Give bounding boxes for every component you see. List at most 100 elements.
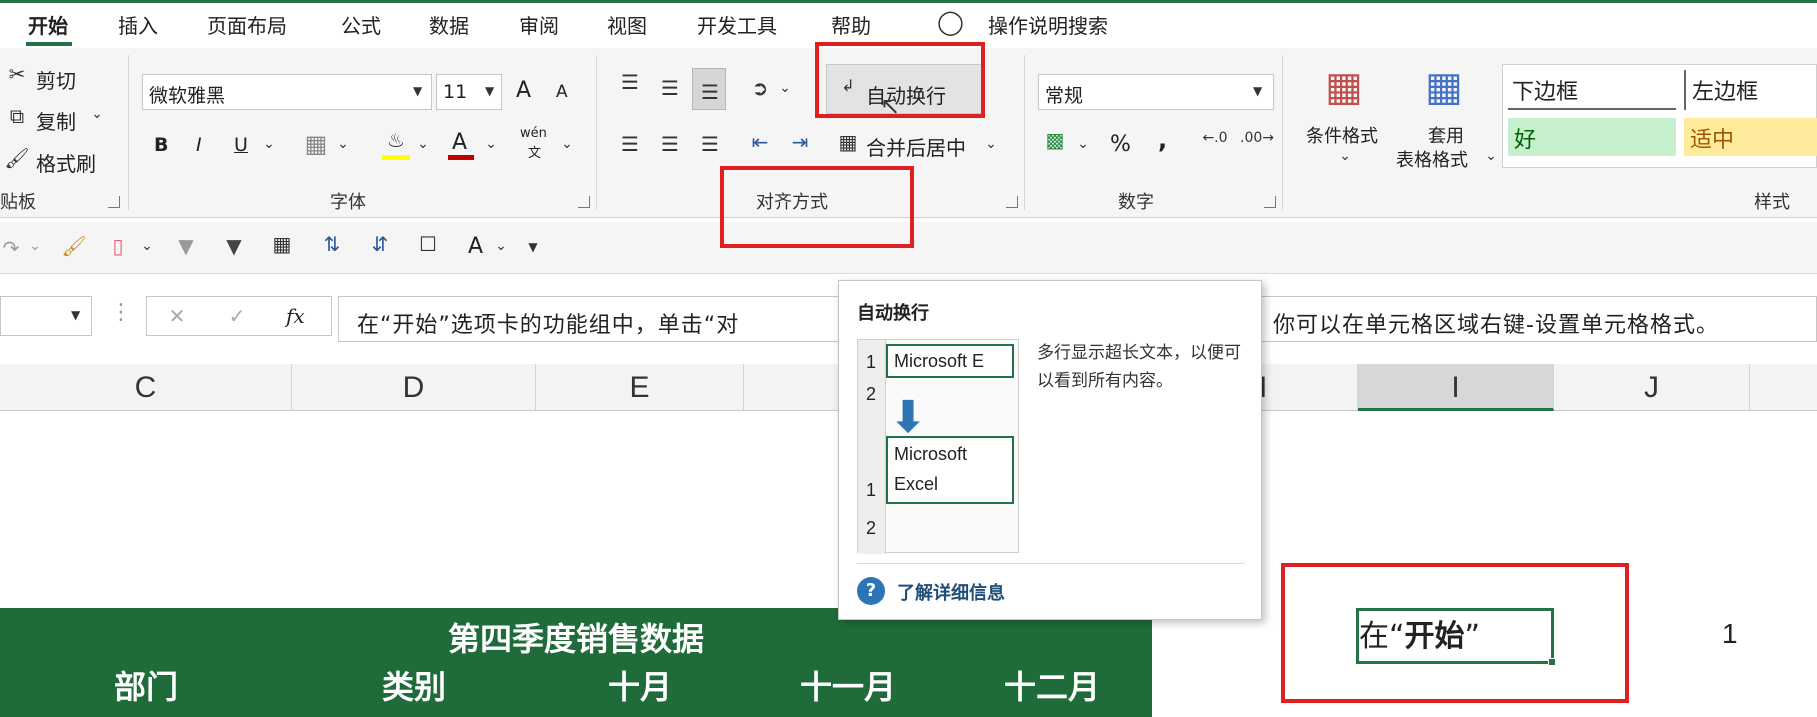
name-box[interactable]: ▼ xyxy=(0,296,92,336)
copy-icon[interactable]: ⧉ xyxy=(4,104,30,128)
fill-color-icon[interactable]: ♨ xyxy=(382,128,410,152)
new-document-icon[interactable]: ☐ xyxy=(414,232,442,256)
tab-view[interactable]: 视图 xyxy=(607,10,647,39)
merge-center-button[interactable]: 合并后居中 xyxy=(866,132,966,161)
tab-developer[interactable]: 开发工具 xyxy=(697,10,777,39)
font-size-dropdown[interactable]: 11 ▼ xyxy=(436,74,502,110)
chevron-down-icon[interactable]: ⌄ xyxy=(1484,148,1498,164)
style-cell-good[interactable]: 好 xyxy=(1508,118,1676,156)
number-launcher-icon[interactable] xyxy=(1264,196,1276,208)
cancel-icon[interactable]: ✕ xyxy=(164,304,190,328)
format-as-table-line1[interactable]: 套用 xyxy=(1428,122,1464,148)
cut-button[interactable]: 剪切 xyxy=(36,65,76,94)
bold-button[interactable]: B xyxy=(154,134,168,156)
clear-filter-icon[interactable]: ▼ xyxy=(172,234,200,258)
copy-button[interactable]: 复制 xyxy=(36,106,76,135)
tab-page-layout[interactable]: 页面布局 xyxy=(207,10,287,39)
chevron-down-icon[interactable]: ⌄ xyxy=(494,238,508,254)
merge-center-icon[interactable]: ▦ xyxy=(834,130,862,154)
filter-icon[interactable]: ▼ xyxy=(220,234,248,258)
underline-button[interactable]: U xyxy=(234,134,248,156)
chevron-down-icon[interactable]: ⌄ xyxy=(1338,148,1352,164)
align-middle-icon[interactable]: ☰ xyxy=(656,76,684,100)
decrease-decimal-icon[interactable]: .00→ xyxy=(1240,130,1274,146)
insert-function-button[interactable]: fx xyxy=(286,304,305,328)
conditional-format-button[interactable]: 条件格式 xyxy=(1306,122,1378,148)
style-cell-left-border[interactable]: 左边框 xyxy=(1684,70,1817,110)
column-header-i[interactable]: I xyxy=(1358,364,1554,411)
enter-icon[interactable]: ✓ xyxy=(224,304,250,328)
style-cell-neutral[interactable]: 适中 xyxy=(1684,118,1817,156)
grow-font-button[interactable]: A xyxy=(516,78,531,103)
format-painter-icon[interactable]: 🖌 xyxy=(4,146,30,170)
column-header-j[interactable]: J xyxy=(1554,364,1750,411)
chevron-down-icon[interactable]: ⌄ xyxy=(984,136,998,152)
header-november[interactable]: 十一月 xyxy=(744,662,952,708)
phonetic-guide-top[interactable]: wén xyxy=(520,126,547,141)
table-title[interactable]: 第四季度销售数据 xyxy=(0,614,1152,660)
conditional-format-icon[interactable]: ▦ xyxy=(1320,64,1368,110)
align-top-icon[interactable]: ☰ xyxy=(616,70,644,94)
percent-button[interactable]: % xyxy=(1110,132,1131,157)
chevron-down-icon[interactable]: ⌄ xyxy=(262,136,276,152)
format-as-table-line2[interactable]: 表格格式 xyxy=(1396,146,1468,172)
customize-qat-icon[interactable]: ▼ xyxy=(526,240,540,254)
tab-help[interactable]: 帮助 xyxy=(831,10,871,39)
learn-more-link[interactable]: 了解详细信息 xyxy=(897,579,1005,605)
number-format-dropdown[interactable]: 常规 ▼ xyxy=(1038,74,1274,110)
lightbulb-icon[interactable]: ◯ xyxy=(937,8,964,36)
shrink-font-button[interactable]: A xyxy=(556,82,568,102)
chevron-down-icon[interactable]: ⌄ xyxy=(90,106,104,122)
sort-icon[interactable]: ⇅ xyxy=(318,232,346,256)
tab-review[interactable]: 审阅 xyxy=(519,10,559,39)
font-name-dropdown[interactable]: 微软雅黑 ▼ xyxy=(142,74,432,110)
custom-sort-icon[interactable]: ⇵ xyxy=(366,232,394,256)
eraser-icon[interactable]: ▯ xyxy=(104,234,132,258)
comma-button[interactable]: , xyxy=(1158,126,1167,154)
qat-font-color-button[interactable]: A xyxy=(468,234,483,259)
borders-icon[interactable]: ▦ xyxy=(302,130,330,158)
clipboard-launcher-icon[interactable] xyxy=(108,196,120,208)
format-as-table-icon[interactable]: ▦ xyxy=(1420,64,1468,110)
tell-me-search[interactable]: 操作说明搜索 xyxy=(988,10,1108,39)
chevron-down-icon[interactable]: ⌄ xyxy=(416,136,430,152)
help-icon[interactable]: ? xyxy=(857,577,885,605)
chevron-down-icon[interactable]: ⌄ xyxy=(28,238,42,254)
chevron-down-icon[interactable]: ⌄ xyxy=(140,238,154,254)
format-painter-button[interactable]: 格式刷 xyxy=(36,148,96,177)
redo-icon[interactable]: ↷ xyxy=(0,236,22,260)
italic-button[interactable]: I xyxy=(196,134,202,156)
all-borders-icon[interactable]: ▦ xyxy=(268,232,296,256)
phonetic-guide-bottom[interactable]: 文 xyxy=(528,142,541,161)
align-right-icon[interactable]: ☰ xyxy=(696,132,724,156)
tab-data[interactable]: 数据 xyxy=(429,10,469,39)
column-header-k[interactable] xyxy=(1750,364,1817,411)
chevron-down-icon[interactable]: ⌄ xyxy=(560,136,574,152)
font-launcher-icon[interactable] xyxy=(578,196,590,208)
orientation-icon[interactable]: ➲ xyxy=(746,76,774,100)
chevron-down-icon[interactable]: ⌄ xyxy=(1076,136,1090,152)
column-header-c[interactable]: C xyxy=(0,364,292,411)
increase-indent-icon[interactable]: ⇥ xyxy=(786,130,814,154)
tab-insert[interactable]: 插入 xyxy=(118,10,158,39)
tab-formulas[interactable]: 公式 xyxy=(341,10,381,39)
scissors-icon[interactable]: ✂ xyxy=(4,62,30,86)
chevron-down-icon[interactable]: ⌄ xyxy=(778,80,792,96)
header-october[interactable]: 十月 xyxy=(536,662,744,708)
align-left-icon[interactable]: ☰ xyxy=(616,132,644,156)
chevron-down-icon[interactable]: ⌄ xyxy=(484,136,498,152)
header-department[interactable]: 部门 xyxy=(0,662,292,708)
paintbrush-icon[interactable]: 🖌 xyxy=(60,234,88,258)
alignment-launcher-icon[interactable] xyxy=(1006,196,1018,208)
accounting-format-icon[interactable]: ▩ xyxy=(1040,128,1070,152)
tab-home[interactable]: 开始 xyxy=(28,10,68,39)
chevron-down-icon[interactable]: ⌄ xyxy=(336,136,350,152)
header-category[interactable]: 类别 xyxy=(292,662,536,708)
decrease-indent-icon[interactable]: ⇤ xyxy=(746,130,774,154)
increase-decimal-icon[interactable]: ←.0 xyxy=(1200,130,1230,146)
style-cell-bottom-border[interactable]: 下边框 xyxy=(1508,70,1676,110)
column-header-d[interactable]: D xyxy=(292,364,536,411)
font-color-button[interactable]: A xyxy=(452,130,467,155)
header-december[interactable]: 十二月 xyxy=(952,662,1152,708)
column-header-e[interactable]: E xyxy=(536,364,744,411)
